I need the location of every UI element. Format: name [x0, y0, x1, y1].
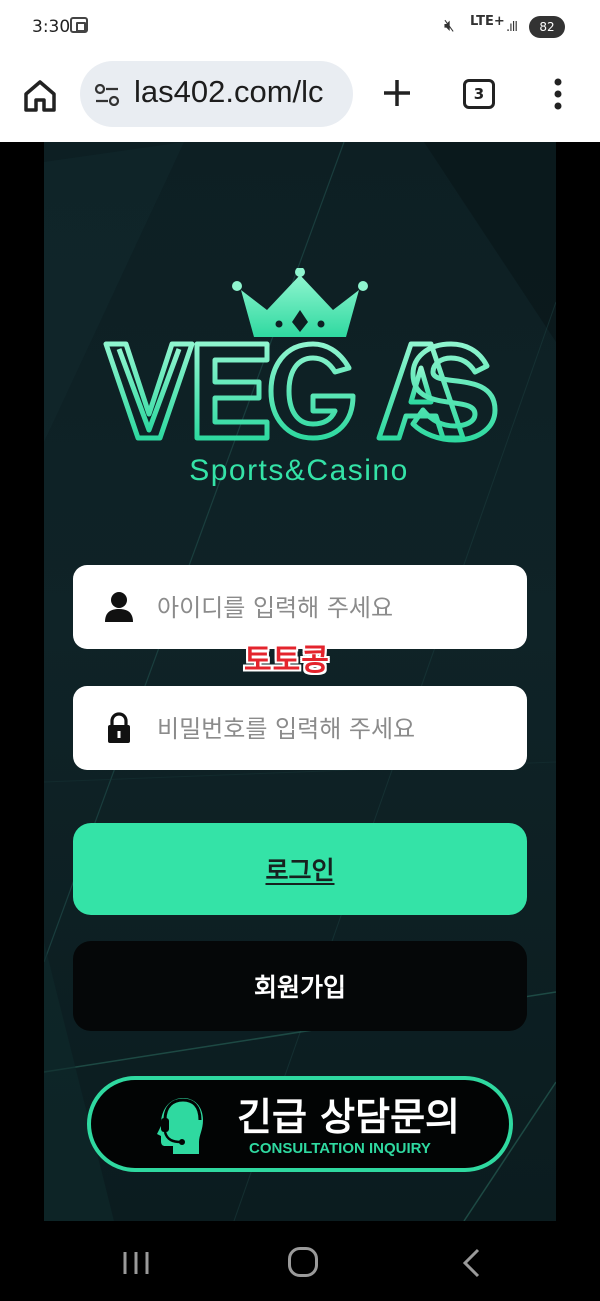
consultation-title: 긴급 상담문의	[237, 1095, 460, 1139]
logo-tagline: Sports&Casino	[189, 454, 409, 487]
battery-icon: 82	[529, 16, 565, 38]
password-field-container	[73, 686, 527, 772]
consultation-subtitle: CONSULTATION INQUIRY	[249, 1140, 431, 1157]
signup-button[interactable]: 회원가입	[73, 941, 527, 1031]
watermark-text: 토토콩	[244, 643, 330, 678]
login-button[interactable]: 로그인	[73, 823, 527, 915]
back-icon[interactable]	[460, 1247, 482, 1279]
plus-icon[interactable]	[380, 76, 414, 110]
user-id-input[interactable]	[155, 565, 509, 651]
lock-icon	[108, 712, 130, 743]
nav-home-icon[interactable]	[288, 1247, 318, 1277]
signal-icon: .ıll	[506, 20, 518, 35]
password-input[interactable]	[155, 686, 509, 772]
browser-toolbar: las402.com/lc 3	[0, 58, 600, 142]
login-page: Sports&Casino 토토콩 로그인 회원가입 긴급 상담문의 CONSU…	[44, 142, 556, 1221]
tabs-icon[interactable]: 3	[463, 79, 495, 109]
address-bar[interactable]: las402.com/lc	[80, 61, 353, 127]
system-navigation-bar	[0, 1221, 600, 1301]
crown-icon	[232, 268, 368, 337]
site-settings-icon[interactable]	[94, 84, 120, 106]
user-icon	[105, 592, 133, 622]
home-icon[interactable]	[20, 76, 60, 116]
recent-apps-icon[interactable]	[121, 1250, 151, 1276]
status-bar: 3:30 🔇︎ LTE+ .ıll 82	[0, 0, 600, 58]
headset-agent-icon	[157, 1098, 203, 1154]
screen-capture-icon	[70, 17, 88, 33]
emergency-consultation-button[interactable]: 긴급 상담문의 CONSULTATION INQUIRY	[87, 1076, 513, 1172]
vegas-logo: Sports&Casino	[103, 268, 498, 487]
more-vert-icon[interactable]	[548, 76, 568, 112]
network-type: LTE+	[470, 14, 505, 29]
url-text[interactable]: las402.com/lc	[134, 74, 324, 110]
status-time: 3:30	[32, 17, 71, 37]
mute-icon: 🔇︎	[444, 16, 455, 36]
